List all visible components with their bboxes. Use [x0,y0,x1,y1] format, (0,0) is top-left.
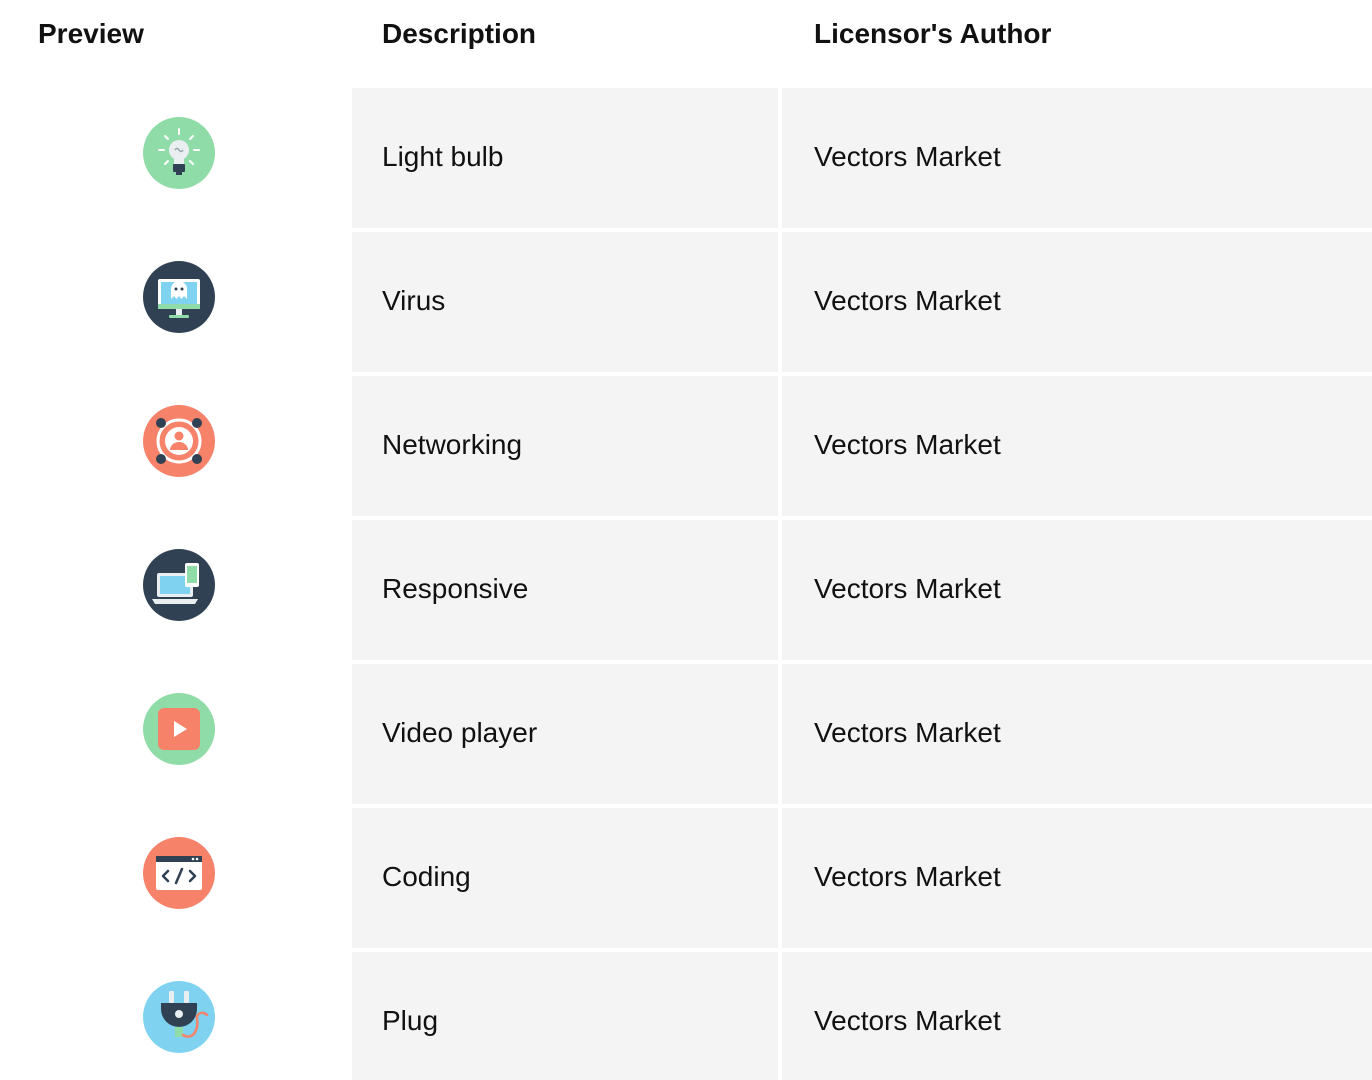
description-text: Networking [382,429,523,460]
table-row: Virus Vectors Market [0,232,1372,372]
author-text: Vectors Market [814,141,1001,172]
author-text: Vectors Market [814,573,1001,604]
author-cell: Vectors Market [782,376,1372,516]
author-text: Vectors Market [814,285,1001,316]
author-text: Vectors Market [814,429,1001,460]
author-text: Vectors Market [814,861,1001,892]
coding-icon [143,837,215,909]
description-cell: Virus [352,232,778,372]
video-player-icon [143,693,215,765]
table-row: Networking Vectors Market [0,376,1372,516]
description-cell: Video player [352,664,778,804]
table-row: Responsive Vectors Market [0,520,1372,660]
preview-cell [0,952,352,1080]
virus-icon [143,261,215,333]
description-text: Responsive [382,573,529,604]
author-cell: Vectors Market [782,952,1372,1080]
description-text: Virus [382,285,446,316]
table-row: Video player Vectors Market [0,664,1372,804]
author-cell: Vectors Market [782,88,1372,228]
author-cell: Vectors Market [782,664,1372,804]
preview-cell [0,232,352,372]
author-cell: Vectors Market [782,520,1372,660]
author-text: Vectors Market [814,717,1001,748]
plug-icon [143,981,215,1053]
preview-cell [0,376,352,516]
table-row: Light bulb Vectors Market [0,88,1372,228]
author-cell: Vectors Market [782,232,1372,372]
networking-icon [143,405,215,477]
author-text: Vectors Market [814,1005,1001,1036]
table-row: Plug Vectors Market [0,952,1372,1080]
author-cell: Vectors Market [782,808,1372,948]
preview-cell [0,520,352,660]
description-text: Plug [382,1005,439,1036]
table-row: Coding Vectors Market [0,808,1372,948]
header-author: Licensor's Author [814,18,1052,49]
light-bulb-icon [143,117,215,189]
responsive-icon [143,549,215,621]
description-cell: Coding [352,808,778,948]
preview-cell [0,808,352,948]
description-text: Light bulb [382,141,504,172]
preview-cell [0,664,352,804]
table-header-row: Preview Description Licensor's Author [0,0,1372,68]
description-cell: Light bulb [352,88,778,228]
description-cell: Plug [352,952,778,1080]
description-cell: Networking [352,376,778,516]
header-preview: Preview [38,18,144,49]
description-text: Video player [382,717,538,748]
icon-table: Preview Description Licensor's Author Li… [0,0,1372,1080]
header-description: Description [382,18,537,49]
preview-cell [0,88,352,228]
description-text: Coding [382,861,471,892]
description-cell: Responsive [352,520,778,660]
